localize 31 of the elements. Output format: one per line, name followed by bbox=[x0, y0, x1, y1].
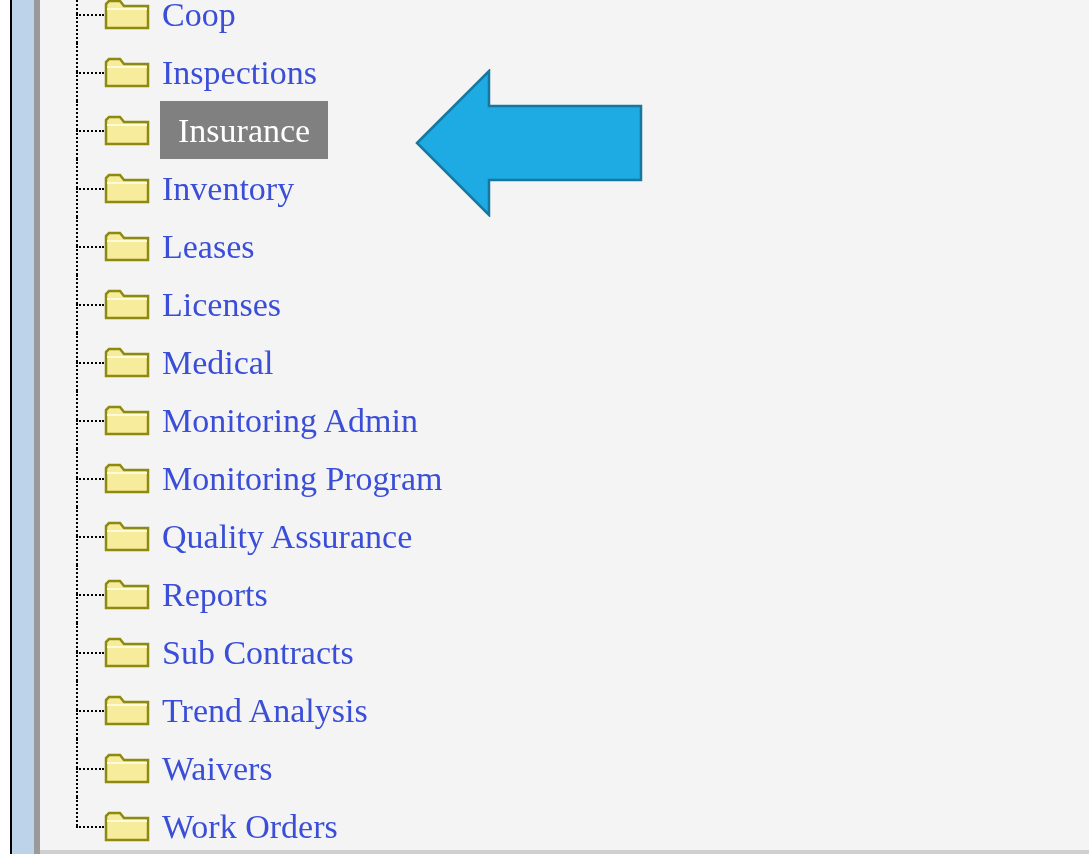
folder-icon bbox=[104, 578, 150, 610]
tree-item[interactable]: Inspections bbox=[160, 43, 319, 101]
folder-icon bbox=[104, 172, 150, 204]
folder-icon bbox=[104, 404, 150, 436]
tree-item[interactable]: Trend Analysis bbox=[160, 681, 370, 739]
tree-item[interactable]: Monitoring Program bbox=[160, 449, 445, 507]
tree-item[interactable]: Coop bbox=[160, 0, 238, 43]
tree-item[interactable]: Leases bbox=[160, 217, 257, 275]
folder-icon bbox=[104, 230, 150, 262]
tree-item[interactable]: Monitoring Admin bbox=[160, 391, 420, 449]
folder-icon bbox=[104, 694, 150, 726]
folder-icon bbox=[104, 636, 150, 668]
folder-icon bbox=[104, 462, 150, 494]
arrow-icon bbox=[415, 69, 644, 217]
tree-item[interactable]: Quality Assurance bbox=[160, 507, 415, 565]
tree-item[interactable]: Waivers bbox=[160, 739, 275, 797]
tree-item[interactable]: Licenses bbox=[160, 275, 283, 333]
tree-item[interactable]: Reports bbox=[160, 565, 270, 623]
tree-item[interactable]: Sub Contracts bbox=[160, 623, 356, 681]
tree-item[interactable]: Insurance bbox=[160, 101, 329, 159]
folder-icon bbox=[104, 520, 150, 552]
folder-icon bbox=[104, 0, 150, 30]
folder-icon bbox=[104, 346, 150, 378]
folder-icon bbox=[104, 810, 150, 842]
folder-icon bbox=[104, 114, 150, 146]
folder-icon bbox=[104, 56, 150, 88]
folder-icon bbox=[104, 752, 150, 784]
folder-icon bbox=[104, 288, 150, 320]
tree-item[interactable]: Medical bbox=[160, 333, 276, 391]
tree-item[interactable]: Work Orders bbox=[160, 797, 340, 854]
tree-item[interactable]: Inventory bbox=[160, 159, 297, 217]
